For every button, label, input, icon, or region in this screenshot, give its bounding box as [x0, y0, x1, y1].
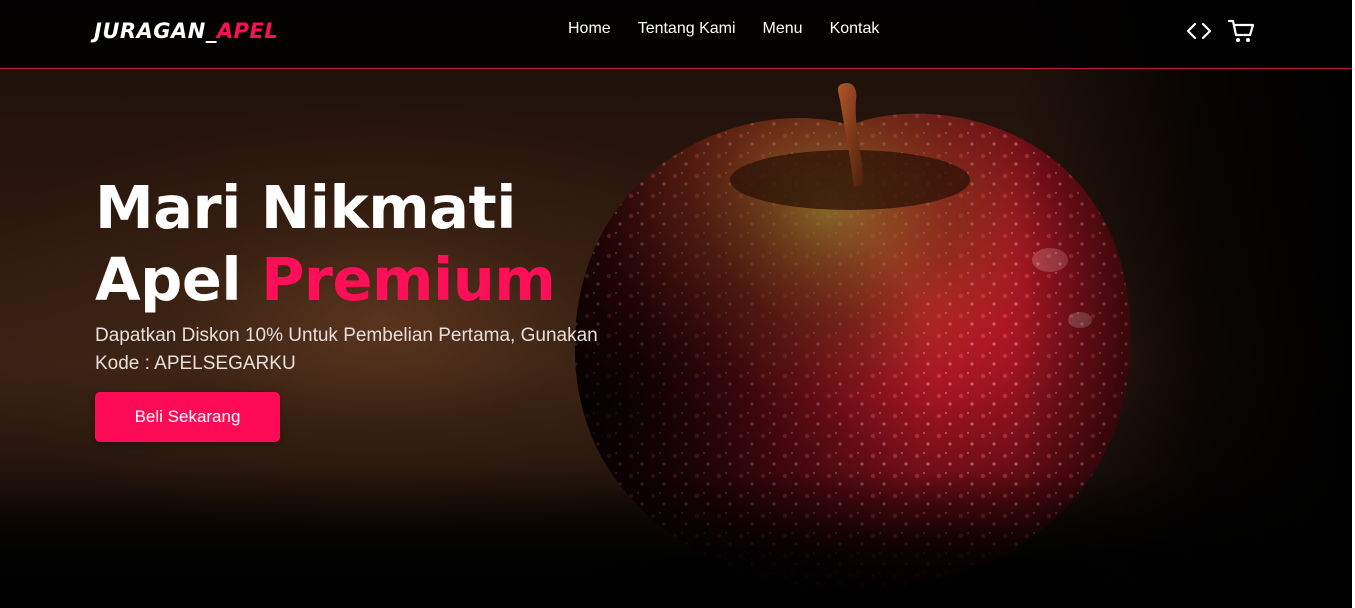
- hero-title-accent: Premium: [261, 245, 556, 314]
- right-vignette: [1015, 0, 1355, 608]
- nav-links: Home Tentang Kami Menu Kontak: [568, 20, 879, 38]
- nav-link-tentang-kami[interactable]: Tentang Kami: [638, 20, 736, 38]
- nav-link-home[interactable]: Home: [568, 20, 611, 38]
- shopping-cart-icon[interactable]: [1227, 18, 1255, 44]
- hero-title-line1: Mari Nikmati: [95, 173, 516, 242]
- brand-name-accent: APEL: [216, 19, 279, 43]
- nav-icons: [1185, 18, 1255, 44]
- brand-logo[interactable]: JURAGAN_APEL: [94, 19, 278, 43]
- hero-title: Mari Nikmati Apel Premium: [95, 172, 635, 316]
- hero-title-line2-main: Apel: [95, 245, 262, 314]
- page: JURAGAN_APEL Home Tentang Kami Menu Kont…: [0, 0, 1355, 608]
- code-icon[interactable]: [1185, 18, 1213, 44]
- navbar: JURAGAN_APEL Home Tentang Kami Menu Kont…: [0, 0, 1355, 69]
- hero-subtitle: Dapatkan Diskon 10% Untuk Pembelian Pert…: [95, 325, 598, 374]
- buy-now-button[interactable]: Beli Sekarang: [95, 392, 280, 442]
- brand-name-main: JURAGAN_: [94, 19, 217, 43]
- nav-link-menu[interactable]: Menu: [763, 20, 803, 38]
- nav-link-kontak[interactable]: Kontak: [830, 20, 880, 38]
- hero-section: Mari Nikmati Apel Premium Dapatkan Disko…: [95, 172, 635, 442]
